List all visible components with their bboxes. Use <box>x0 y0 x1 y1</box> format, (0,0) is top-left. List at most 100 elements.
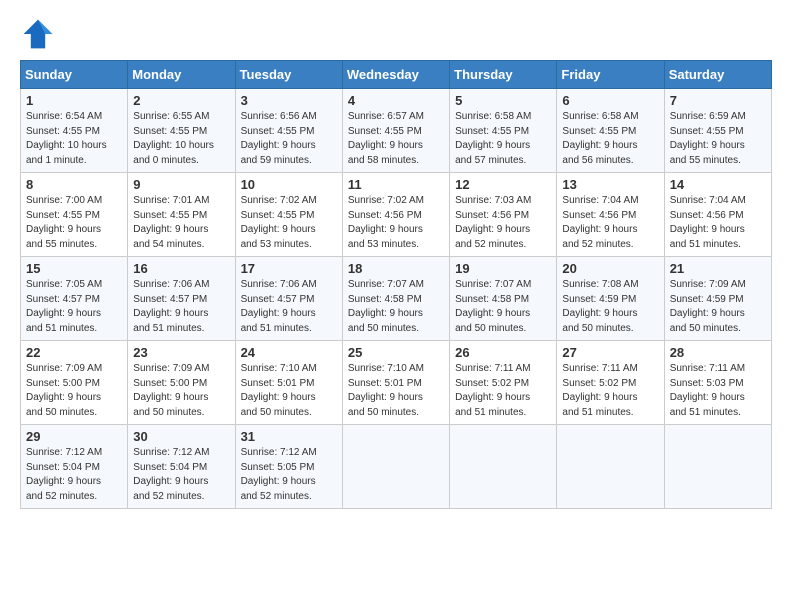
day-info: Sunrise: 7:09 AM Sunset: 5:00 PM Dayligh… <box>26 362 122 420</box>
day-info: Sunrise: 7:07 AM Sunset: 4:58 PM Dayligh… <box>455 278 551 336</box>
day-number: 4 <box>348 93 444 108</box>
day-number: 26 <box>455 345 551 360</box>
col-header-sunday: Sunday <box>21 61 128 89</box>
day-number: 14 <box>670 177 766 192</box>
col-header-monday: Monday <box>128 61 235 89</box>
cell-day: 15Sunrise: 7:05 AM Sunset: 4:57 PM Dayli… <box>21 257 128 341</box>
cell-day: 1 Sunrise: 6:54 AM Sunset: 4:55 PM Daylig… <box>21 89 128 173</box>
cell-day: 14 Sunrise: 7:04 AM Sunset: 4:56 PM Dayli… <box>664 173 771 257</box>
day-info: Sunrise: 7:12 AM Sunset: 5:04 PM Dayligh… <box>133 446 229 504</box>
cell-day: 3 Sunrise: 6:56 AM Sunset: 4:55 PM Daylig… <box>235 89 342 173</box>
cell-day: 10 Sunrise: 7:02 AM Sunset: 4:55 PM Dayli… <box>235 173 342 257</box>
day-info: Sunrise: 7:12 AM Sunset: 5:05 PM Dayligh… <box>241 446 337 504</box>
day-info: Sunrise: 6:55 AM Sunset: 4:55 PM Dayligh… <box>133 110 229 168</box>
day-info: Sunrise: 7:02 AM Sunset: 4:55 PM Dayligh… <box>241 194 337 252</box>
cell-day: 29Sunrise: 7:12 AM Sunset: 5:04 PM Dayli… <box>21 425 128 509</box>
cell-day: 18 Sunrise: 7:07 AM Sunset: 4:58 PM Dayli… <box>342 257 449 341</box>
cell-day: 9Sunrise: 7:01 AM Sunset: 4:55 PM Daylig… <box>128 173 235 257</box>
cell-day: 4Sunrise: 6:57 AM Sunset: 4:55 PM Daylig… <box>342 89 449 173</box>
logo-icon <box>20 16 56 52</box>
day-info: Sunrise: 6:54 AM Sunset: 4:55 PM Dayligh… <box>26 110 122 168</box>
day-number: 22 <box>26 345 122 360</box>
day-info: Sunrise: 7:10 AM Sunset: 5:01 PM Dayligh… <box>241 362 337 420</box>
day-number: 1 <box>26 93 122 108</box>
cell-day: 31Sunrise: 7:12 AM Sunset: 5:05 PM Dayli… <box>235 425 342 509</box>
day-number: 6 <box>562 93 658 108</box>
day-number: 25 <box>348 345 444 360</box>
day-number: 24 <box>241 345 337 360</box>
day-info: Sunrise: 7:11 AM Sunset: 5:02 PM Dayligh… <box>562 362 658 420</box>
day-info: Sunrise: 7:04 AM Sunset: 4:56 PM Dayligh… <box>670 194 766 252</box>
day-info: Sunrise: 7:09 AM Sunset: 5:00 PM Dayligh… <box>133 362 229 420</box>
cell-day: 2Sunrise: 6:55 AM Sunset: 4:55 PM Daylig… <box>128 89 235 173</box>
cell-day <box>342 425 449 509</box>
cell-day: 7 Sunrise: 6:59 AM Sunset: 4:55 PM Daylig… <box>664 89 771 173</box>
day-number: 13 <box>562 177 658 192</box>
header <box>20 16 772 52</box>
cell-day: 24 Sunrise: 7:10 AM Sunset: 5:01 PM Dayli… <box>235 341 342 425</box>
day-number: 10 <box>241 177 337 192</box>
week-row-1: 1 Sunrise: 6:54 AM Sunset: 4:55 PM Daylig… <box>21 89 772 173</box>
day-info: Sunrise: 7:11 AM Sunset: 5:03 PM Dayligh… <box>670 362 766 420</box>
cell-day: 27 Sunrise: 7:11 AM Sunset: 5:02 PM Dayli… <box>557 341 664 425</box>
cell-day <box>664 425 771 509</box>
day-number: 9 <box>133 177 229 192</box>
cell-day: 6 Sunrise: 6:58 AM Sunset: 4:55 PM Daylig… <box>557 89 664 173</box>
day-number: 21 <box>670 261 766 276</box>
cell-day: 22 Sunrise: 7:09 AM Sunset: 5:00 PM Dayli… <box>21 341 128 425</box>
day-info: Sunrise: 6:59 AM Sunset: 4:55 PM Dayligh… <box>670 110 766 168</box>
day-number: 19 <box>455 261 551 276</box>
cell-day: 11Sunrise: 7:02 AM Sunset: 4:56 PM Dayli… <box>342 173 449 257</box>
week-row-3: 15Sunrise: 7:05 AM Sunset: 4:57 PM Dayli… <box>21 257 772 341</box>
day-number: 28 <box>670 345 766 360</box>
cell-day: 13 Sunrise: 7:04 AM Sunset: 4:56 PM Dayli… <box>557 173 664 257</box>
calendar-table: SundayMondayTuesdayWednesdayThursdayFrid… <box>20 60 772 509</box>
cell-day: 19 Sunrise: 7:07 AM Sunset: 4:58 PM Dayli… <box>450 257 557 341</box>
day-number: 15 <box>26 261 122 276</box>
day-number: 12 <box>455 177 551 192</box>
day-info: Sunrise: 7:00 AM Sunset: 4:55 PM Dayligh… <box>26 194 122 252</box>
col-header-wednesday: Wednesday <box>342 61 449 89</box>
cell-day: 5Sunrise: 6:58 AM Sunset: 4:55 PM Daylig… <box>450 89 557 173</box>
col-header-friday: Friday <box>557 61 664 89</box>
day-number: 7 <box>670 93 766 108</box>
cell-day: 28 Sunrise: 7:11 AM Sunset: 5:03 PM Dayli… <box>664 341 771 425</box>
cell-day <box>557 425 664 509</box>
day-info: Sunrise: 7:09 AM Sunset: 4:59 PM Dayligh… <box>670 278 766 336</box>
cell-day: 12 Sunrise: 7:03 AM Sunset: 4:56 PM Dayli… <box>450 173 557 257</box>
col-header-saturday: Saturday <box>664 61 771 89</box>
day-number: 20 <box>562 261 658 276</box>
cell-day: 23Sunrise: 7:09 AM Sunset: 5:00 PM Dayli… <box>128 341 235 425</box>
week-row-4: 22 Sunrise: 7:09 AM Sunset: 5:00 PM Dayli… <box>21 341 772 425</box>
day-number: 5 <box>455 93 551 108</box>
day-info: Sunrise: 7:04 AM Sunset: 4:56 PM Dayligh… <box>562 194 658 252</box>
day-info: Sunrise: 7:06 AM Sunset: 4:57 PM Dayligh… <box>241 278 337 336</box>
day-info: Sunrise: 6:58 AM Sunset: 4:55 PM Dayligh… <box>562 110 658 168</box>
col-header-tuesday: Tuesday <box>235 61 342 89</box>
day-info: Sunrise: 6:56 AM Sunset: 4:55 PM Dayligh… <box>241 110 337 168</box>
day-number: 27 <box>562 345 658 360</box>
day-info: Sunrise: 7:02 AM Sunset: 4:56 PM Dayligh… <box>348 194 444 252</box>
day-number: 3 <box>241 93 337 108</box>
day-info: Sunrise: 7:12 AM Sunset: 5:04 PM Dayligh… <box>26 446 122 504</box>
day-info: Sunrise: 7:08 AM Sunset: 4:59 PM Dayligh… <box>562 278 658 336</box>
day-info: Sunrise: 7:07 AM Sunset: 4:58 PM Dayligh… <box>348 278 444 336</box>
calendar-page: SundayMondayTuesdayWednesdayThursdayFrid… <box>0 0 792 519</box>
cell-day: 21 Sunrise: 7:09 AM Sunset: 4:59 PM Dayli… <box>664 257 771 341</box>
day-info: Sunrise: 7:11 AM Sunset: 5:02 PM Dayligh… <box>455 362 551 420</box>
day-number: 18 <box>348 261 444 276</box>
day-info: Sunrise: 7:03 AM Sunset: 4:56 PM Dayligh… <box>455 194 551 252</box>
day-info: Sunrise: 7:06 AM Sunset: 4:57 PM Dayligh… <box>133 278 229 336</box>
cell-day: 8 Sunrise: 7:00 AM Sunset: 4:55 PM Daylig… <box>21 173 128 257</box>
cell-day <box>450 425 557 509</box>
day-number: 17 <box>241 261 337 276</box>
header-row: SundayMondayTuesdayWednesdayThursdayFrid… <box>21 61 772 89</box>
col-header-thursday: Thursday <box>450 61 557 89</box>
cell-day: 26 Sunrise: 7:11 AM Sunset: 5:02 PM Dayli… <box>450 341 557 425</box>
cell-day: 17 Sunrise: 7:06 AM Sunset: 4:57 PM Dayli… <box>235 257 342 341</box>
week-row-2: 8 Sunrise: 7:00 AM Sunset: 4:55 PM Daylig… <box>21 173 772 257</box>
day-number: 8 <box>26 177 122 192</box>
day-number: 16 <box>133 261 229 276</box>
cell-day: 30Sunrise: 7:12 AM Sunset: 5:04 PM Dayli… <box>128 425 235 509</box>
logo <box>20 16 62 52</box>
